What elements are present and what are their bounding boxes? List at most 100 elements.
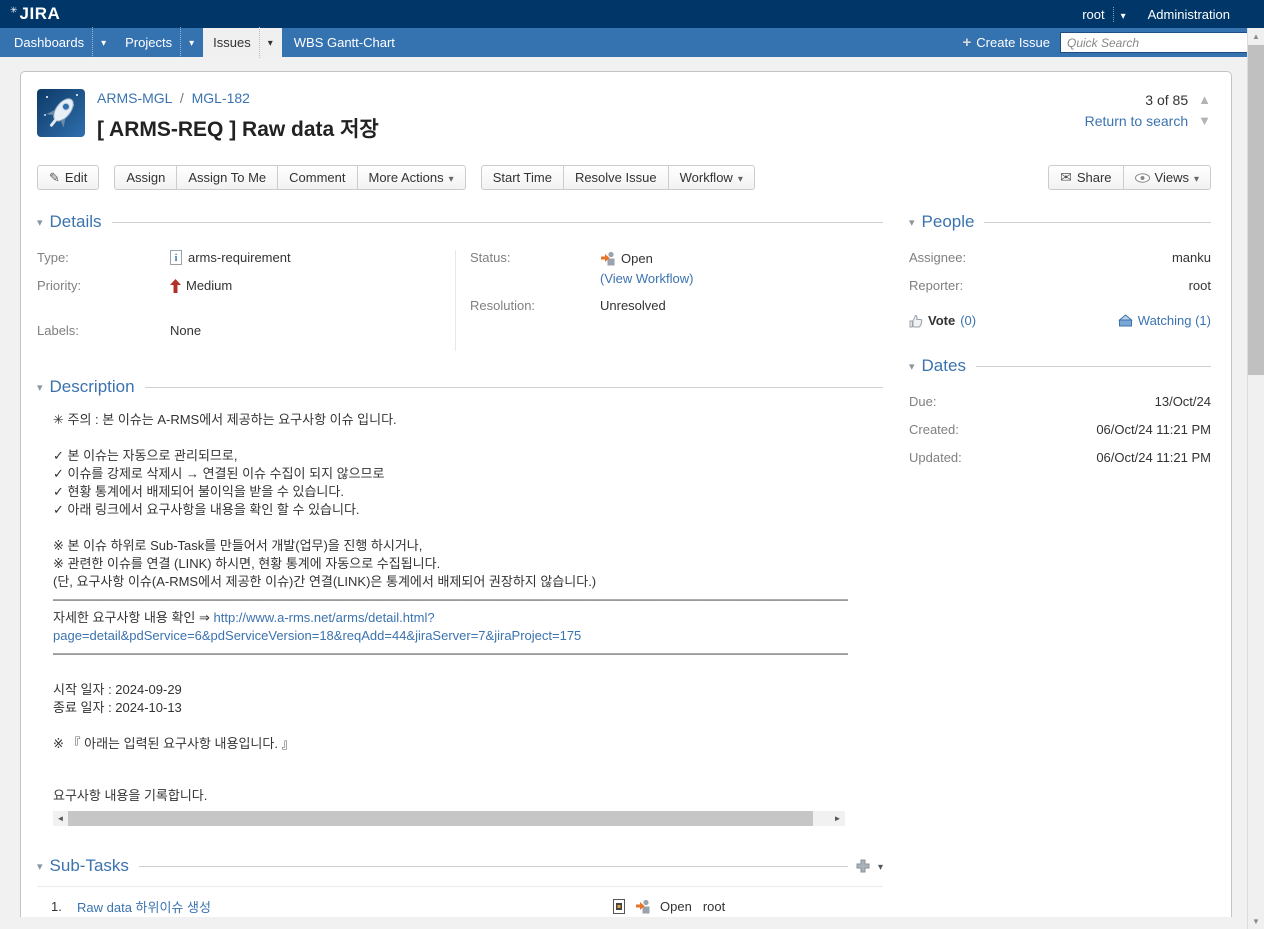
breadcrumb-project-link[interactable]: ARMS-MGL [97,90,172,106]
view-workflow-link[interactable]: (View Workflow) [600,271,693,286]
page-scrollbar[interactable]: ▲ ▼ [1247,28,1264,929]
description-heading: Description [50,377,135,397]
scroll-right-icon[interactable]: ► [830,811,845,826]
reporter-value: root [1189,278,1211,293]
description-section: Description ✳ 주의 : 본 이슈는 A-RMS에서 제공하는 요구… [37,377,883,826]
scrollbar-thumb[interactable] [68,811,813,826]
description-line: ✓ 본 이슈는 자동으로 관리되므로, [53,447,883,465]
administration-link[interactable]: Administration [1148,7,1230,22]
assignee-label: Assignee: [909,250,966,265]
vote-button[interactable]: Vote (0) [909,313,976,328]
resolution-value: Unresolved [600,298,666,313]
collapse-description-icon[interactable] [37,378,43,396]
assign-button[interactable]: Assign [114,165,177,190]
vote-label: Vote [928,313,955,328]
subtask-type-icon [613,899,626,914]
dates-section: Dates Due: 13/Oct/24 Created: 06/Oct/24 … [909,356,1211,465]
description-horizontal-scrollbar[interactable]: ◄ ► [53,811,845,826]
subtask-link[interactable]: Raw data 하위이슈 생성 [77,900,211,915]
quick-search-input[interactable] [1060,32,1252,53]
scroll-down-icon[interactable]: ▼ [1248,913,1264,929]
chevron-down-icon[interactable] [92,27,115,58]
next-issue-icon[interactable] [1198,110,1211,131]
scroll-left-icon[interactable]: ◄ [53,811,68,826]
watching-button[interactable]: Watching (1) [1118,313,1211,328]
issue-panel: ARMS-MGL / MGL-182 [ ARMS-REQ ] Raw data… [20,71,1232,917]
collapse-dates-icon[interactable] [909,357,915,375]
description-divider-line: ────────────────────────────────────────… [53,645,848,663]
eye-icon [1135,173,1150,183]
nav-projects[interactable]: Projects [115,28,203,57]
collapse-subtasks-icon[interactable] [37,857,43,875]
subtask-number: 1. [51,899,77,914]
previous-issue-icon[interactable] [1198,89,1211,110]
collapse-people-icon[interactable] [909,213,915,231]
chevron-down-icon [1194,170,1199,185]
description-line: ※ 관련한 이슈를 연결 (LINK) 하시면, 현황 통계에 자동으로 수집됩… [53,555,883,573]
scroll-up-icon[interactable]: ▲ [1248,28,1264,44]
divider [112,222,884,223]
description-line: ✳ 주의 : 본 이슈는 A-RMS에서 제공하는 요구사항 이슈 입니다. [53,411,883,429]
divider [145,387,883,388]
create-issue-button[interactable]: Create Issue [963,34,1050,51]
description-line: 요구사항 내용을 기록합니다. [53,787,883,805]
labels-value: None [170,323,201,338]
status-open-icon [635,898,651,914]
status-label: Status: [470,250,600,266]
chevron-down-icon[interactable] [259,27,282,58]
chevron-down-icon [449,170,454,185]
requirement-detail-link[interactable]: http://www.a-rms.net/arms/detail.html? [214,610,435,625]
updated-label: Updated: [909,450,962,465]
nav-dashboards[interactable]: Dashboards [4,28,115,57]
subtask-status: Open [660,899,692,914]
share-button[interactable]: Share [1048,165,1123,190]
due-value: 13/Oct/24 [1155,394,1211,409]
main-navigation: Dashboards Projects Issues WBS Gantt-Cha… [0,28,1264,57]
chevron-down-icon [738,170,743,185]
jira-logo-text: JIRA [20,4,61,24]
subtasks-options-icon[interactable] [878,857,883,875]
pencil-icon [49,170,60,186]
jira-charlie-icon: ✳ [10,6,18,15]
resolve-issue-button[interactable]: Resolve Issue [563,165,669,190]
collapse-details-icon[interactable] [37,213,43,231]
issue-toolbar: Edit Assign Assign To Me Comment More Ac… [37,165,1211,190]
updated-value: 06/Oct/24 11:21 PM [1096,450,1211,465]
more-actions-button[interactable]: More Actions [357,165,466,190]
user-menu[interactable]: root [1082,7,1125,22]
resolution-label: Resolution: [470,298,600,313]
add-subtask-icon[interactable] [856,859,870,873]
comment-button[interactable]: Comment [277,165,357,190]
divider [139,866,848,867]
scrollbar-thumb[interactable] [1248,45,1264,375]
end-date-line: 종료 일자 : 2024-10-13 [53,699,883,717]
views-button[interactable]: Views [1123,165,1211,190]
issue-header: ARMS-MGL / MGL-182 [ ARMS-REQ ] Raw data… [37,89,1211,143]
status-value: Open [621,251,653,266]
workflow-button[interactable]: Workflow [668,165,755,190]
dates-heading: Dates [922,356,966,376]
chevron-down-icon [1113,7,1126,22]
thumbs-up-icon [909,314,923,328]
description-divider-line: ────────────────────────────────────────… [53,591,848,609]
priority-medium-icon [170,279,181,293]
return-to-search-link[interactable]: Return to search [1085,111,1189,131]
breadcrumb-separator: / [180,90,184,106]
divider [984,222,1211,223]
start-time-button[interactable]: Start Time [481,165,564,190]
assign-to-me-button[interactable]: Assign To Me [176,165,278,190]
description-line: 자세한 요구사항 내용 확인 ⇒ http://www.a-rms.net/ar… [53,609,883,627]
description-line: (단, 요구사항 이슈(A-RMS에서 제공한 이슈)간 연결(LINK)은 통… [53,573,883,591]
vote-count[interactable]: (0) [960,313,976,328]
requirement-detail-link-continued[interactable]: page=detail&pdService=6&pdServiceVersion… [53,628,581,643]
chevron-down-icon[interactable] [180,27,203,58]
reporter-label: Reporter: [909,278,963,293]
nav-issues[interactable]: Issues [203,28,282,57]
breadcrumb-issue-key-link[interactable]: MGL-182 [192,90,250,106]
edit-button[interactable]: Edit [37,165,99,190]
scrollbar-track[interactable] [68,811,830,826]
description-text: ✳ 주의 : 본 이슈는 A-RMS에서 제공하는 요구사항 이슈 입니다. ✓… [37,411,883,826]
due-label: Due: [909,394,936,409]
nav-wbs-gantt-chart[interactable]: WBS Gantt-Chart [282,28,407,57]
jira-logo[interactable]: ✳ JIRA [10,4,60,24]
